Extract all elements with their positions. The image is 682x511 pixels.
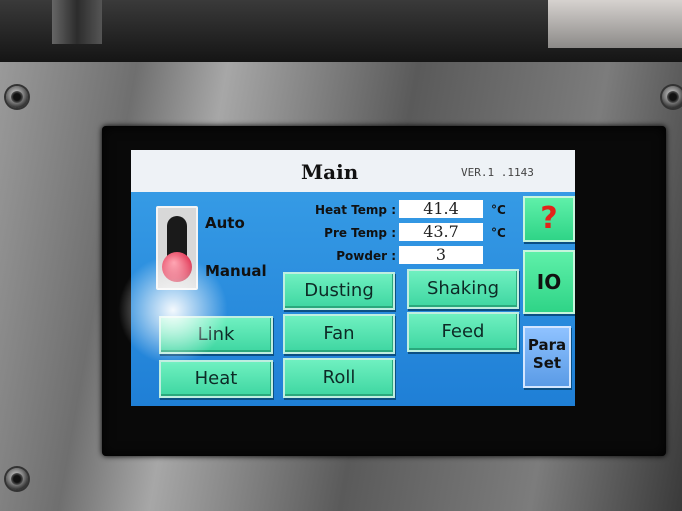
page-title: Main: [301, 160, 359, 184]
link-button[interactable]: Link: [159, 316, 273, 354]
para-set-label-line1: Para: [527, 336, 567, 354]
pre-temp-value[interactable]: 43.7: [399, 223, 483, 241]
para-set-button[interactable]: Para Set: [523, 326, 571, 388]
io-button[interactable]: IO: [523, 250, 575, 314]
switch-knob: [162, 252, 192, 282]
pre-temp-unit: °C: [491, 226, 506, 240]
auto-label: Auto: [205, 214, 245, 232]
heat-temp-unit: °C: [491, 203, 506, 217]
mode-toggle-switch[interactable]: [156, 206, 198, 290]
para-set-label-line2: Set: [532, 354, 562, 372]
heat-temp-label: Heat Temp :: [315, 203, 396, 217]
question-mark-icon: ?: [540, 201, 558, 236]
housing-slot: [52, 0, 102, 44]
powder-label: Powder :: [336, 249, 396, 263]
screw-icon: [6, 86, 28, 108]
powder-value[interactable]: 3: [399, 246, 483, 264]
hmi-screen: Main VER.1 .1143 Auto Manual Heat Temp :…: [131, 150, 575, 406]
heat-button[interactable]: Heat: [159, 360, 273, 398]
pre-temp-label: Pre Temp :: [324, 226, 396, 240]
feed-button[interactable]: Feed: [407, 312, 519, 352]
heat-temp-value[interactable]: 41.4: [399, 200, 483, 218]
shaking-button[interactable]: Shaking: [407, 269, 519, 309]
version-label: VER.1 .1143: [461, 166, 534, 179]
help-button[interactable]: ?: [523, 196, 575, 242]
housing-block: [548, 0, 682, 48]
roll-button[interactable]: Roll: [283, 358, 395, 398]
fan-button[interactable]: Fan: [283, 314, 395, 354]
manual-label: Manual: [205, 262, 267, 280]
title-bar: Main VER.1 .1143: [131, 150, 575, 192]
screw-icon: [6, 468, 28, 490]
screw-icon: [662, 86, 682, 108]
dusting-button[interactable]: Dusting: [283, 272, 395, 310]
top-housing: [0, 0, 682, 70]
